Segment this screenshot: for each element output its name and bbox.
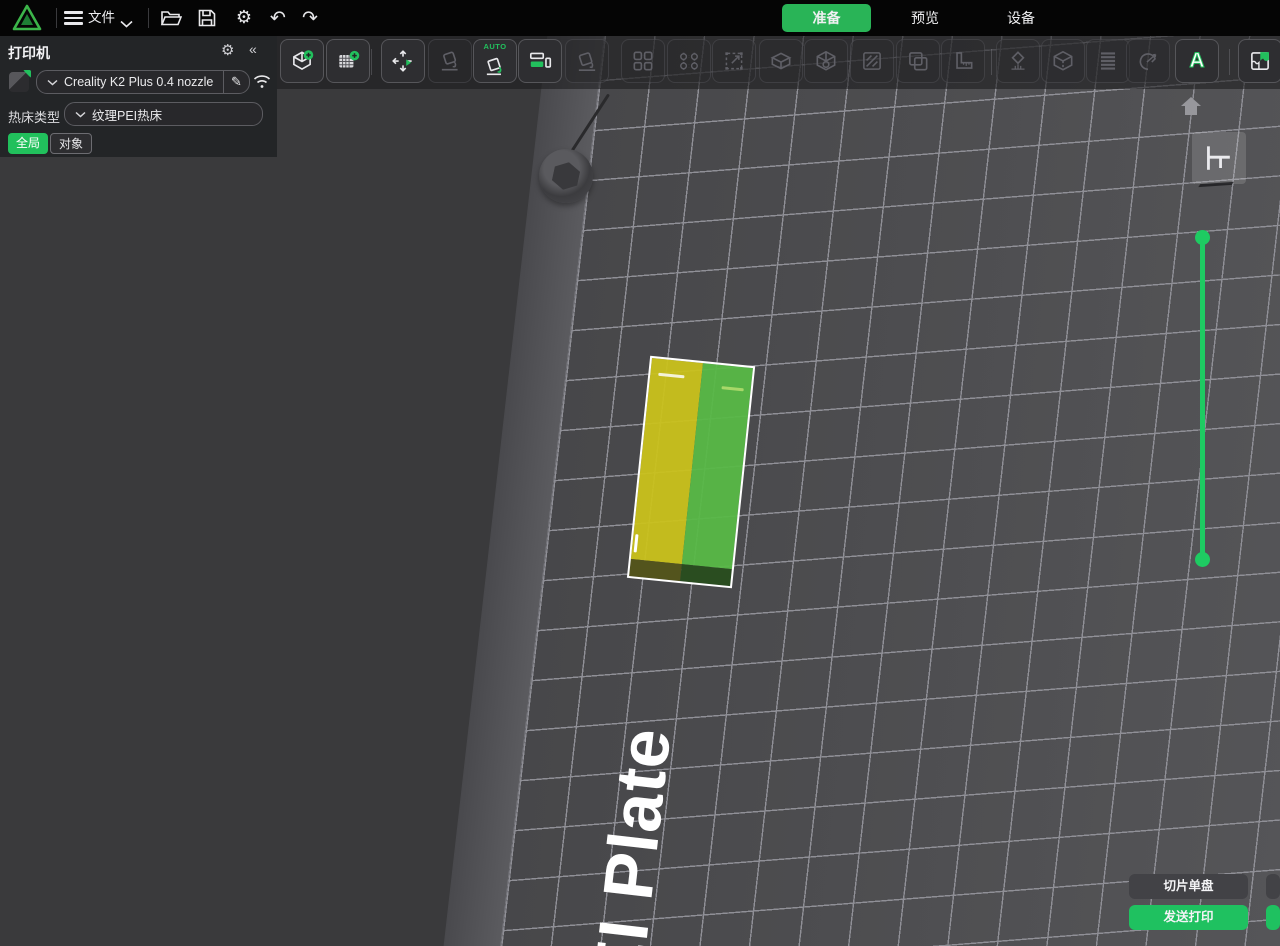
creality-logo <box>12 4 42 32</box>
bed-type-select[interactable]: 纹理PEI热床 <box>64 102 263 126</box>
settings-gear-icon[interactable]: ⚙ <box>232 0 256 36</box>
3d-viewport[interactable]: PEI Plate 上 切片单盘 发送打印 <box>0 36 1280 946</box>
open-file-icon[interactable] <box>160 0 182 36</box>
support-paint-button <box>996 39 1040 83</box>
measure-button <box>941 39 985 83</box>
tab-device[interactable]: 设备 <box>991 4 1051 32</box>
save-icon[interactable] <box>198 0 216 36</box>
printer-settings-icon[interactable]: ⚙ <box>221 41 234 59</box>
measure-endpoint-top <box>1195 230 1210 245</box>
tab-prepare[interactable]: 准备 <box>782 4 871 32</box>
slice-button[interactable]: 切片单盘 <box>1129 874 1248 899</box>
seam-cube-button <box>804 39 848 83</box>
chevron-down-icon <box>47 79 58 86</box>
send-print-dropdown-button[interactable] <box>1266 905 1280 930</box>
send-print-button[interactable]: 发送打印 <box>1129 905 1248 930</box>
bed-type-value: 纹理PEI热床 <box>92 105 162 124</box>
bed-screw <box>539 149 593 203</box>
menu-icon[interactable] <box>64 11 83 25</box>
pattern-fill-button <box>667 39 711 83</box>
plugin-button[interactable] <box>1238 39 1280 83</box>
boolean-button <box>896 39 940 83</box>
lay-on-face-button <box>428 39 472 83</box>
split-objects-button[interactable] <box>518 39 562 83</box>
layers-button <box>1086 39 1130 83</box>
view-cube[interactable]: 上 <box>1192 132 1246 184</box>
printer-panel: 打印机 ⚙ « Creality K2 Plus 0.4 nozzle ✎ 热床… <box>0 36 277 157</box>
section-button <box>850 39 894 83</box>
color-paint-button <box>1126 39 1170 83</box>
text-tool-glyph: A <box>1189 49 1204 73</box>
tab-object[interactable]: 对象 <box>50 133 92 154</box>
pencil-icon: ✎ <box>231 75 242 90</box>
add-model-button[interactable] <box>280 39 324 83</box>
top-bar: 文件 ⚙ ↶ ↷ 准备 预览 设备 <box>0 0 1280 36</box>
home-view-icon[interactable] <box>1180 96 1202 121</box>
measure-endpoint-bottom <box>1195 552 1210 567</box>
text-tool-button[interactable]: A <box>1175 39 1219 83</box>
add-plate-button[interactable] <box>326 39 370 83</box>
scale-button <box>712 39 756 83</box>
undo-icon[interactable]: ↶ <box>266 0 290 36</box>
tab-global[interactable]: 全局 <box>8 133 48 154</box>
wifi-icon[interactable] <box>253 74 271 94</box>
seam-paint-button <box>1041 39 1085 83</box>
edit-printer-button[interactable]: ✎ <box>223 71 249 93</box>
printer-panel-title: 打印机 <box>8 43 50 63</box>
redo-icon[interactable]: ↷ <box>298 0 322 36</box>
view-cube-face-label: 上 <box>1201 145 1237 170</box>
printer-select[interactable]: Creality K2 Plus 0.4 nozzle ✎ <box>36 70 250 94</box>
printer-name: Creality K2 Plus 0.4 nozzle <box>64 75 213 89</box>
support-button <box>759 39 803 83</box>
slice-dropdown-button[interactable] <box>1266 874 1280 899</box>
chevron-down-icon <box>75 111 86 118</box>
auto-orient-label: AUTO <box>474 42 516 51</box>
tab-preview[interactable]: 预览 <box>895 4 955 32</box>
auto-orient-button[interactable]: AUTO <box>473 39 517 83</box>
clone-button <box>621 39 665 83</box>
auto-arrange-button[interactable] <box>381 39 425 83</box>
panel-collapse-icon[interactable]: « <box>249 41 257 57</box>
measure-line <box>1200 237 1205 559</box>
bed-type-label: 热床类型 <box>8 107 60 126</box>
orient-button <box>565 39 609 83</box>
scope-tabs: 全局 对象 <box>8 133 92 154</box>
printer-profile-icon <box>9 72 29 92</box>
file-menu[interactable]: 文件 <box>88 0 115 36</box>
chevron-down-icon[interactable] <box>120 15 133 33</box>
